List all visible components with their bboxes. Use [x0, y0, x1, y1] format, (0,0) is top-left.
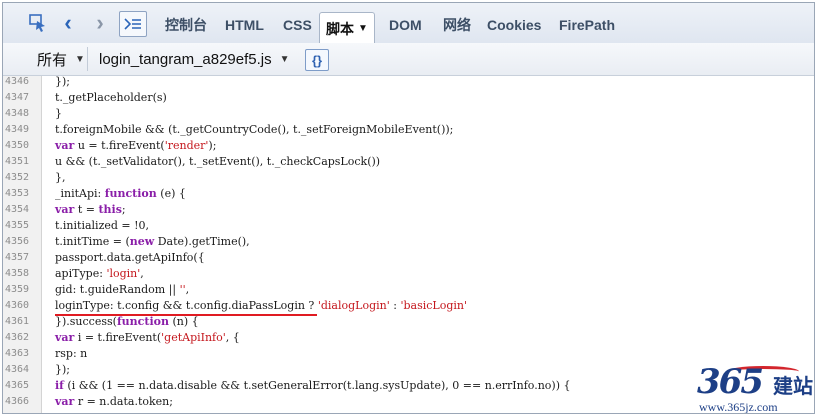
code-text: } — [55, 107, 62, 120]
script-file-name: login_tangram_a829ef5.js — [99, 50, 272, 68]
line-number[interactable]: 4361 — [5, 314, 37, 330]
forward-arrow-icon[interactable]: › — [91, 10, 109, 35]
chevron-down-icon: ▼ — [75, 53, 85, 65]
code-text: apiType: 'login', — [55, 267, 144, 280]
code-text: var u = t.fireEvent('render'); — [55, 139, 217, 152]
back-arrow-icon[interactable]: ‹ — [59, 10, 77, 35]
script-toolbar: 所有 ▼ login_tangram_a829ef5.js ▼ {} — [3, 43, 814, 76]
code-text: u && (t._setValidator(), t._setEvent(), … — [55, 155, 381, 168]
line-number[interactable]: 4346 — [5, 74, 37, 90]
code-text: loginType: t.config && t.config.diaPassL… — [55, 299, 467, 312]
line-number[interactable]: 4363 — [5, 346, 37, 362]
watermark-url: www.365jz.com — [699, 400, 778, 414]
code-text: rsp: n — [55, 347, 88, 360]
watermark-number: 365 — [697, 362, 764, 402]
line-number[interactable]: 4352 — [5, 170, 37, 186]
code-text: t.initialized = !0, — [55, 219, 150, 232]
code-text: _initApi: function (e) { — [55, 187, 186, 200]
chevron-down-icon: ▼ — [279, 53, 290, 65]
tab-console[interactable]: 控制台 — [165, 11, 207, 39]
code-text: }).success(function (n) { — [55, 315, 199, 328]
line-number[interactable]: 4365 — [5, 378, 37, 394]
script-file-selector[interactable]: login_tangram_a829ef5.js ▼ — [99, 49, 290, 69]
line-number[interactable]: 4359 — [5, 282, 37, 298]
code-line: 4358 apiType: 'login', — [3, 266, 814, 282]
code-line: 4363 rsp: n — [3, 346, 814, 362]
line-number[interactable]: 4351 — [5, 154, 37, 170]
tab-firepath[interactable]: FirePath — [559, 11, 615, 39]
line-number[interactable]: 4362 — [5, 330, 37, 346]
line-number[interactable]: 4349 — [5, 122, 37, 138]
code-line: 4352}, — [3, 170, 814, 186]
line-number[interactable]: 4356 — [5, 234, 37, 250]
code-text: if (i && (1 == n.data.disable && t.setGe… — [55, 379, 571, 392]
line-number[interactable]: 4353 — [5, 186, 37, 202]
line-number[interactable]: 4358 — [5, 266, 37, 282]
line-number[interactable]: 4364 — [5, 362, 37, 378]
code-text: }, — [55, 171, 66, 184]
tab-css[interactable]: CSS — [283, 11, 312, 39]
code-line: 4366 var r = n.data.token; — [3, 394, 814, 410]
code-text: t.foreignMobile && (t._getCountryCode(),… — [55, 123, 454, 136]
chevron-down-icon: ▼ — [358, 23, 368, 34]
filter-dropdown[interactable]: 所有 ▼ — [37, 49, 85, 69]
highlight-underline — [55, 314, 317, 316]
horizontal-scrollbar[interactable]: ... — [41, 407, 69, 413]
watermark-brand: 建站 — [773, 376, 813, 398]
code-line: 4359 gid: t.guideRandom || '', — [3, 282, 814, 298]
code-text: }); — [55, 363, 70, 376]
code-line: 4365 if (i && (1 == n.data.disable && t.s… — [3, 378, 814, 394]
code-line: 4349 t.foreignMobile && (t._getCountryCod… — [3, 122, 814, 138]
line-number[interactable]: 4357 — [5, 250, 37, 266]
code-line: 4346}); — [3, 74, 814, 90]
filter-label: 所有 — [37, 51, 68, 69]
tab-script-label: 脚本 — [326, 20, 354, 37]
code-text: gid: t.guideRandom || '', — [55, 283, 190, 296]
code-line: 4360 loginType: t.config && t.config.diaP… — [3, 298, 814, 314]
code-line: 4347 t._getPlaceholder(s) — [3, 90, 814, 106]
tab-html[interactable]: HTML — [225, 11, 264, 39]
code-line: 4353 _initApi: function (e) { — [3, 186, 814, 202]
code-line: 4350 var u = t.fireEvent('render'); — [3, 138, 814, 154]
line-number[interactable]: 4366 — [5, 394, 37, 410]
code-line: 4348} — [3, 106, 814, 122]
code-text: var t = this; — [55, 203, 126, 216]
code-line: 4362 var i = t.fireEvent('getApiInfo', { — [3, 330, 814, 346]
tab-script[interactable]: 脚本 ▼ — [319, 12, 375, 44]
firebug-panel: ‹ › 控制台 HTML CSS 脚本 ▼ DOM 网络 Cookies Fir… — [2, 2, 815, 414]
code-text: t.initTime = (new Date).getTime(), — [55, 235, 250, 248]
line-number[interactable]: 4360 — [5, 298, 37, 314]
code-text: var r = n.data.token; — [55, 395, 173, 408]
line-number[interactable]: 4355 — [5, 218, 37, 234]
console-toggle-icon[interactable] — [119, 11, 147, 37]
code-line: 4356 t.initTime = (new Date).getTime(), — [3, 234, 814, 250]
code-line: 4364}); — [3, 362, 814, 378]
code-text: passport.data.getApiInfo({ — [55, 251, 205, 264]
tab-cookies[interactable]: Cookies — [487, 11, 541, 39]
code-text: t._getPlaceholder(s) — [55, 91, 167, 104]
code-line: 4355 t.initialized = !0, — [3, 218, 814, 234]
toolbar-divider — [87, 47, 88, 71]
line-number[interactable]: 4348 — [5, 106, 37, 122]
code-line: 4354 var t = this; — [3, 202, 814, 218]
code-viewer[interactable]: 4346}); 4347 t._getPlaceholder(s) 4348} 4349… — [3, 74, 814, 413]
code-line: 4357 passport.data.getApiInfo({ — [3, 250, 814, 266]
code-line: 4361 }).success(function (n) { — [3, 314, 814, 330]
tab-dom[interactable]: DOM — [389, 11, 422, 39]
inspect-icon[interactable] — [25, 11, 51, 35]
line-number[interactable]: 4350 — [5, 138, 37, 154]
pretty-print-button[interactable]: {} — [305, 49, 329, 71]
line-number[interactable]: 4347 — [5, 90, 37, 106]
watermark-logo: 365 建站 www.365jz.com — [697, 362, 814, 414]
code-text: var i = t.fireEvent('getApiInfo', { — [55, 331, 240, 344]
code-text: }); — [55, 75, 70, 88]
tab-network[interactable]: 网络 — [443, 11, 471, 39]
code-line: 4351 u && (t._setValidator(), t._setEvent… — [3, 154, 814, 170]
line-number[interactable]: 4354 — [5, 202, 37, 218]
tab-bar: ‹ › 控制台 HTML CSS 脚本 ▼ DOM 网络 Cookies Fir… — [3, 3, 814, 44]
